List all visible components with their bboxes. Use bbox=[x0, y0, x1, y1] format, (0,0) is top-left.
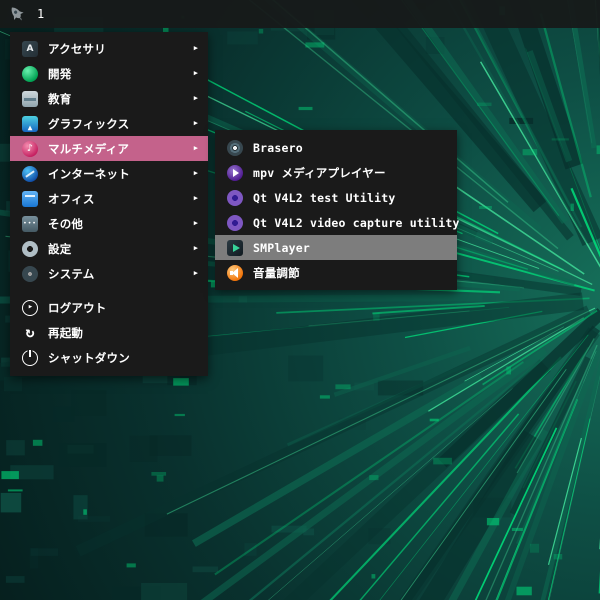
menu-item-label: グラフィックス bbox=[48, 116, 129, 132]
submenu-arrow-icon: ▶ bbox=[188, 245, 198, 252]
menu-item-education[interactable]: 教育 ▶ bbox=[10, 86, 208, 111]
graphics-icon bbox=[22, 116, 38, 132]
logout-icon bbox=[22, 300, 38, 316]
menu-item-label: ログアウト bbox=[48, 300, 107, 316]
qt-v4l2-test-icon bbox=[227, 190, 243, 206]
multimedia-submenu: Brasero mpv メディアプレイヤー Qt V4L2 test Utili… bbox=[215, 130, 457, 290]
shutdown-icon bbox=[22, 350, 38, 366]
menu-item-label: 設定 bbox=[48, 241, 71, 257]
menu-item-label: インターネット bbox=[48, 166, 130, 182]
menu-item-office[interactable]: オフィス ▶ bbox=[10, 186, 208, 211]
submenu-arrow-icon: ▶ bbox=[188, 270, 198, 277]
menu-item-label: その他 bbox=[48, 216, 83, 232]
menu-item-development[interactable]: 開発 ▶ bbox=[10, 61, 208, 86]
menu-item-label: 再起動 bbox=[48, 325, 83, 341]
menu-item-label: 開発 bbox=[48, 66, 71, 82]
workspace-indicator[interactable]: 1 bbox=[37, 7, 44, 21]
submenu-item-label: Brasero bbox=[253, 141, 303, 155]
submenu-item-label: SMPlayer bbox=[253, 241, 310, 255]
multimedia-icon bbox=[22, 141, 38, 157]
internet-icon bbox=[22, 166, 38, 182]
volume-icon bbox=[227, 265, 243, 281]
submenu-item-label: Qt V4L2 test Utility bbox=[253, 191, 395, 205]
submenu-item-label: 音量調節 bbox=[253, 265, 300, 281]
submenu-arrow-icon: ▶ bbox=[188, 95, 198, 102]
accessories-icon bbox=[22, 41, 38, 57]
brasero-icon bbox=[227, 140, 243, 156]
submenu-arrow-icon: ▶ bbox=[188, 45, 198, 52]
menu-item-restart[interactable]: 再起動 bbox=[10, 320, 208, 345]
top-panel: 1 bbox=[0, 0, 600, 28]
submenu-item-volume[interactable]: 音量調節 bbox=[215, 260, 457, 285]
menu-item-shutdown[interactable]: シャットダウン bbox=[10, 345, 208, 370]
smplayer-icon bbox=[227, 240, 243, 256]
menu-item-internet[interactable]: インターネット ▶ bbox=[10, 161, 208, 186]
submenu-item-qt-v4l2-capture[interactable]: Qt V4L2 video capture utility bbox=[215, 210, 457, 235]
menu-item-other[interactable]: その他 ▶ bbox=[10, 211, 208, 236]
submenu-arrow-icon: ▶ bbox=[188, 120, 198, 127]
system-icon bbox=[22, 266, 38, 282]
menu-item-label: アクセサリ bbox=[48, 41, 106, 57]
submenu-item-mpv[interactable]: mpv メディアプレイヤー bbox=[215, 160, 457, 185]
menu-item-settings[interactable]: 設定 ▶ bbox=[10, 236, 208, 261]
rocket-launcher-icon[interactable] bbox=[5, 3, 29, 25]
office-icon bbox=[22, 191, 38, 207]
submenu-arrow-icon: ▶ bbox=[188, 195, 198, 202]
menu-item-accessories[interactable]: アクセサリ ▶ bbox=[10, 36, 208, 61]
menu-item-logout[interactable]: ログアウト bbox=[10, 295, 208, 320]
education-icon bbox=[22, 91, 38, 107]
development-icon bbox=[22, 66, 38, 82]
submenu-item-label: mpv メディアプレイヤー bbox=[253, 165, 386, 181]
submenu-arrow-icon: ▶ bbox=[188, 145, 198, 152]
menu-item-label: システム bbox=[48, 266, 94, 282]
submenu-item-brasero[interactable]: Brasero bbox=[215, 135, 457, 160]
menu-item-label: マルチメディア bbox=[48, 141, 129, 157]
submenu-arrow-icon: ▶ bbox=[188, 220, 198, 227]
applications-menu: アクセサリ ▶ 開発 ▶ 教育 ▶ グラフィックス ▶ マルチメディア ▶ イン… bbox=[10, 32, 208, 376]
settings-icon bbox=[22, 241, 38, 257]
restart-icon bbox=[22, 325, 38, 341]
menu-item-label: オフィス bbox=[48, 191, 95, 207]
menu-item-system[interactable]: システム ▶ bbox=[10, 261, 208, 286]
menu-separator bbox=[12, 286, 206, 295]
menu-item-label: 教育 bbox=[48, 91, 71, 107]
menu-item-graphics[interactable]: グラフィックス ▶ bbox=[10, 111, 208, 136]
menu-item-label: シャットダウン bbox=[48, 350, 130, 366]
menu-item-multimedia[interactable]: マルチメディア ▶ bbox=[10, 136, 208, 161]
submenu-arrow-icon: ▶ bbox=[188, 170, 198, 177]
submenu-item-label: Qt V4L2 video capture utility bbox=[253, 216, 460, 230]
other-icon bbox=[22, 216, 38, 232]
submenu-item-smplayer[interactable]: SMPlayer bbox=[215, 235, 457, 260]
submenu-item-qt-v4l2-test[interactable]: Qt V4L2 test Utility bbox=[215, 185, 457, 210]
mpv-icon bbox=[227, 165, 243, 181]
submenu-arrow-icon: ▶ bbox=[188, 70, 198, 77]
qt-v4l2-capture-icon bbox=[227, 215, 243, 231]
